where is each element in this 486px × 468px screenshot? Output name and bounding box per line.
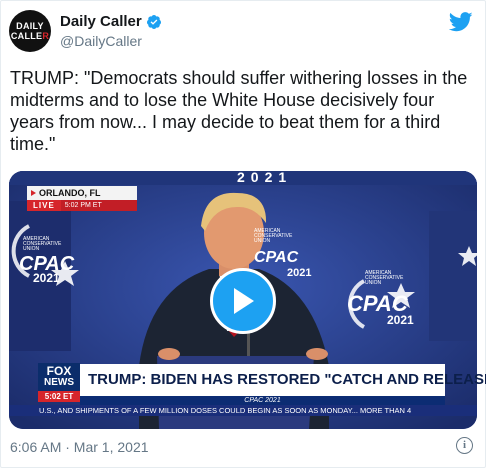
cpac-year-right: 2021 [387, 313, 414, 327]
tweet-card: DAILY CALLER Daily Caller @DailyCaller T… [0, 0, 486, 468]
cpac-org-center: AMERICAN CONSERVATIVE UNION [254, 228, 293, 244]
avatar-text-line2: CALLER [10, 31, 50, 41]
avatar[interactable]: DAILY CALLER [9, 10, 51, 52]
top-banner-year: 2021 [237, 171, 293, 185]
live-time: 5:02 PM ET [60, 200, 137, 211]
tweet-timestamp[interactable]: 6:06 AM · Mar 1, 2021 [10, 439, 149, 455]
cpac-year-left: 2021 [33, 271, 60, 285]
author-handle[interactable]: @DailyCaller [60, 33, 142, 49]
fox-news-logo: FOX NEWS 5:02 ET [38, 363, 80, 402]
play-button[interactable] [210, 268, 276, 334]
author-name-row[interactable]: Daily Caller [60, 13, 162, 30]
cpac-org-right: AMERICAN CONSERVATIVE UNION [365, 270, 404, 286]
avatar-text-line1: DAILY [16, 21, 44, 31]
location-bug: ORLANDO, FL LIVE 5:02 PM ET [27, 186, 137, 211]
live-label: LIVE [27, 200, 61, 211]
cpac-org-left: AMERICAN CONSERVATIVE UNION [23, 236, 62, 252]
cpac-logo-center: CPAC [254, 249, 299, 266]
location-label: ORLANDO, FL [27, 186, 137, 200]
chyron-headline: TRUMP: BIDEN HAS RESTORED "CATCH AND REL… [80, 364, 486, 396]
info-icon[interactable]: i [456, 437, 473, 454]
verified-badge-icon [146, 14, 161, 29]
news-ticker: U.S., AND SHIPMENTS OF A FEW MILLION DOS… [9, 405, 477, 416]
play-icon [234, 288, 254, 314]
twitter-bird-icon[interactable] [449, 12, 473, 32]
fox-time: 5:02 ET [38, 391, 80, 402]
tweet-text: TRUMP: "Democrats should suffer witherin… [10, 68, 468, 154]
cpac-year-center: 2021 [287, 267, 312, 279]
chyron-subline: CPAC 2021 [80, 396, 445, 405]
display-name[interactable]: Daily Caller [60, 13, 142, 30]
